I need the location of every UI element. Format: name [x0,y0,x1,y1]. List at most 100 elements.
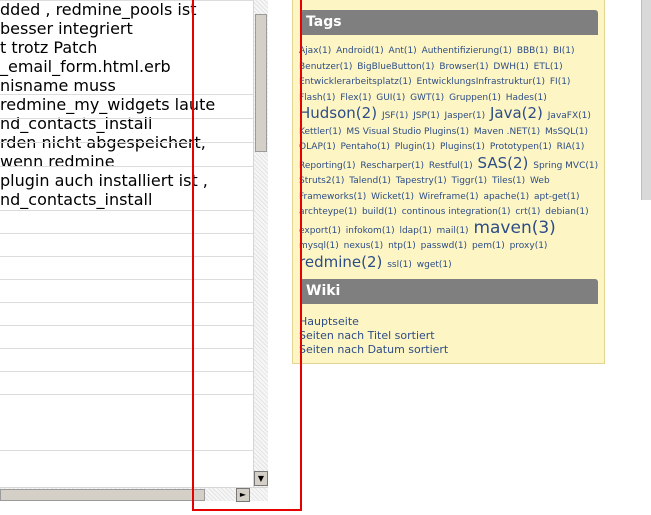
tag-link[interactable]: apt-get(1) [534,192,580,202]
tag-link[interactable]: Web [530,176,550,186]
vertical-scrollbar[interactable]: ▼ [253,0,268,487]
tag-link[interactable]: Frameworks(1) [299,192,366,202]
table-row-divider [0,302,253,303]
tag-link[interactable]: continous integration(1) [402,207,511,217]
tag-link[interactable]: GWT(1) [410,93,444,103]
tag-link[interactable]: Plugins(1) [440,142,485,152]
tag-link[interactable]: ntp(1) [388,241,416,251]
tag-link[interactable]: MS Visual Studio Plugins(1) [346,127,469,137]
tag-link[interactable]: Tiggr(1) [451,176,487,186]
table-row-divider [0,256,253,257]
tag-link[interactable]: debian(1) [545,207,588,217]
tag-link[interactable]: BI(1) [553,46,575,56]
tag-link[interactable]: GUI(1) [376,93,405,103]
table-row-divider [0,394,253,395]
tag-link[interactable]: Browser(1) [439,62,488,72]
tag-link[interactable]: mysql(1) [299,241,339,251]
wiki-link-datum-sortiert[interactable]: Seiten nach Datum sortiert [299,343,448,356]
issue-list-pane: dded , redmine_pools ist besser integrie… [0,0,253,487]
window-edge [641,0,651,200]
tag-link[interactable]: Ant(1) [389,46,417,56]
tag-link[interactable]: Authentifizierung(1) [422,46,512,56]
scroll-right-arrow-icon[interactable]: ► [236,488,250,502]
tag-link[interactable]: Wicket(1) [371,192,414,202]
tag-link[interactable]: Gruppen(1) [449,93,501,103]
table-row-divider [0,371,253,372]
tag-link[interactable]: pem(1) [472,241,505,251]
tag-link[interactable]: ssl(1) [387,260,412,270]
tag-link[interactable]: Tapestry(1) [396,176,447,186]
horizontal-scrollbar[interactable]: ► [0,487,268,502]
tag-link[interactable]: mail(1) [437,226,469,236]
tag-link[interactable]: Maven .NET(1) [474,127,540,137]
tag-link[interactable]: JSF(1) [382,111,408,121]
tag-link[interactable]: BigBlueButton(1) [357,62,434,72]
table-row-divider [0,94,253,95]
wiki-heading: Wiki [300,279,598,304]
tags-heading: Tags [300,10,598,35]
tag-link[interactable]: Flex(1) [340,93,371,103]
tag-link[interactable]: maven(3) [473,218,555,238]
tag-link[interactable]: SAS(2) [478,154,529,172]
tag-link[interactable]: FI(1) [550,77,571,87]
tag-link[interactable]: Plugin(1) [395,142,435,152]
tag-link[interactable]: Tiles(1) [492,176,525,186]
tag-link[interactable]: RIA(1) [557,142,585,152]
tag-link[interactable]: Hudson(2) [299,104,377,122]
tag-link[interactable]: DWH(1) [493,62,528,72]
tag-link[interactable]: Spring MVC(1) [533,161,598,171]
tag-link[interactable]: Android(1) [336,46,384,56]
tag-link[interactable]: MsSQL(1) [545,127,588,137]
tag-cloud: Ajax(1) Android(1) Ant(1) Authentifizier… [299,44,601,273]
tag-link[interactable]: build(1) [362,207,397,217]
tag-link[interactable]: JSP(1) [413,111,440,121]
tag-link[interactable]: EntwicklungsInfrastruktur(1) [416,77,545,87]
tag-link[interactable]: infokom(1) [346,226,395,236]
table-row-divider [0,118,253,119]
tag-link[interactable]: wget(1) [417,260,452,270]
sidebar: Tags Ajax(1) Android(1) Ant(1) Authentif… [292,0,605,364]
tag-link[interactable]: Kettler(1) [299,127,342,137]
tag-link[interactable]: Prototypen(1) [490,142,552,152]
tag-link[interactable]: Java(2) [490,104,543,122]
table-row-divider [0,233,253,234]
tag-link[interactable]: Hades(1) [506,93,547,103]
tag-link[interactable]: ETL(1) [534,62,563,72]
tag-link[interactable]: Jasper(1) [445,111,486,121]
table-row-divider [0,325,253,326]
tag-link[interactable]: redmine(2) [299,253,382,271]
table-cell-text: nd_contacts_install [0,190,153,209]
tag-link[interactable]: apache(1) [483,192,529,202]
tag-link[interactable]: passwd(1) [421,241,467,251]
tag-link[interactable]: OLAP(1) [299,142,336,152]
tag-link[interactable]: Entwicklerarbeitsplatz(1) [299,77,412,87]
tag-link[interactable]: export(1) [299,226,341,236]
wiki-link-hauptseite[interactable]: Hauptseite [299,315,359,328]
tag-link[interactable]: archteype(1) [299,207,357,217]
vertical-scroll-thumb[interactable] [255,14,267,152]
table-row-divider [0,0,253,1]
horizontal-scroll-thumb[interactable] [0,489,205,501]
table-row-divider [0,166,253,167]
tag-link[interactable]: crt(1) [515,207,540,217]
tag-link[interactable]: Restful(1) [429,161,473,171]
wiki-link-titel-sortiert[interactable]: Seiten nach Titel sortiert [299,329,435,342]
tag-link[interactable]: Benutzer(1) [299,62,352,72]
tag-link[interactable]: Ajax(1) [299,46,331,56]
tag-link[interactable]: Reporting(1) [299,161,356,171]
tag-link[interactable]: proxy(1) [510,241,548,251]
table-cell-text: plugin auch installiert ist , [0,171,208,190]
tag-link[interactable]: nexus(1) [344,241,384,251]
scroll-down-arrow-icon[interactable]: ▼ [254,471,268,486]
tag-link[interactable]: JavaFX(1) [548,111,591,121]
table-cell-text: t trotz Patch _email_form.html.erb [0,38,171,76]
tag-link[interactable]: Pentaho(1) [341,142,390,152]
tag-link[interactable]: Struts2(1) [299,176,344,186]
tag-link[interactable]: BBB(1) [517,46,548,56]
tag-link[interactable]: Rescharper(1) [360,161,424,171]
tag-link[interactable]: Wireframe(1) [419,192,479,202]
tag-link[interactable]: Flash(1) [299,93,335,103]
tag-link[interactable]: Talend(1) [349,176,391,186]
tag-link[interactable]: ldap(1) [399,226,431,236]
table-row-divider [0,450,253,451]
